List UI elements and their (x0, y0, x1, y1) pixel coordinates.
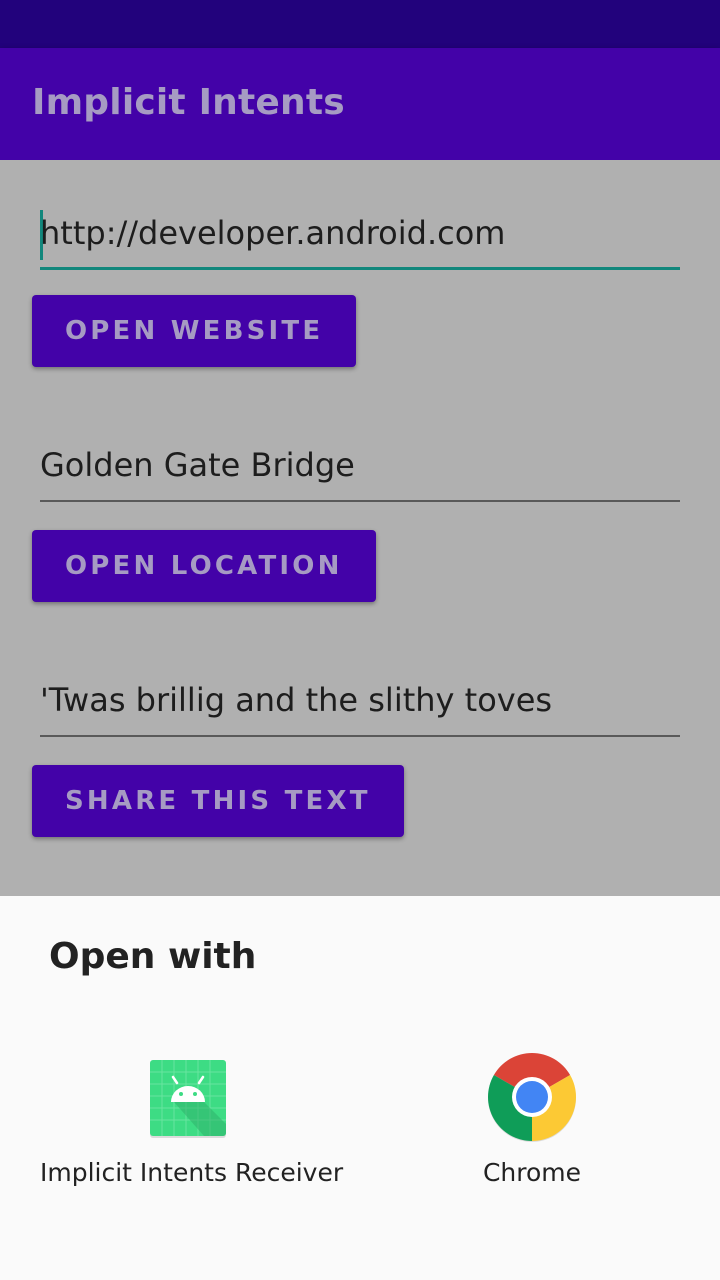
app-option-chrome[interactable]: Chrome (420, 1046, 644, 1206)
open-location-button[interactable]: OPEN LOCATION (32, 530, 376, 602)
share-text-button[interactable]: SHARE THIS TEXT (32, 765, 404, 837)
android-app-icon (144, 1052, 234, 1142)
app-label-implicit-intents-receiver: Implicit Intents Receiver (40, 1158, 344, 1187)
app-option-implicit-intents-receiver[interactable]: Implicit Intents Receiver (40, 1046, 344, 1206)
app-label-chrome: Chrome (482, 1158, 582, 1187)
website-input-value: http://developer.android.com (40, 214, 506, 252)
website-input[interactable]: http://developer.android.com (40, 210, 680, 270)
sheet-title: Open with (49, 936, 257, 977)
chrome-icon (487, 1052, 577, 1142)
share-text-input[interactable]: 'Twas brillig and the slithy toves (40, 677, 680, 737)
location-input-value: Golden Gate Bridge (40, 446, 355, 484)
main-content: http://developer.android.com OPEN WEBSIT… (0, 160, 720, 896)
open-location-button-label: OPEN LOCATION (65, 551, 343, 581)
status-bar (0, 0, 720, 48)
share-text-button-label: SHARE THIS TEXT (65, 786, 371, 816)
open-with-sheet: Open with Implicit Intents Receiver Chro… (0, 896, 720, 1280)
app-title: Implicit Intents (32, 82, 345, 123)
app-bar: Implicit Intents (0, 48, 720, 160)
open-website-button[interactable]: OPEN WEBSITE (32, 295, 357, 367)
share-text-input-value: 'Twas brillig and the slithy toves (40, 681, 553, 719)
location-input[interactable]: Golden Gate Bridge (40, 442, 680, 502)
open-website-button-label: OPEN WEBSITE (65, 316, 324, 346)
